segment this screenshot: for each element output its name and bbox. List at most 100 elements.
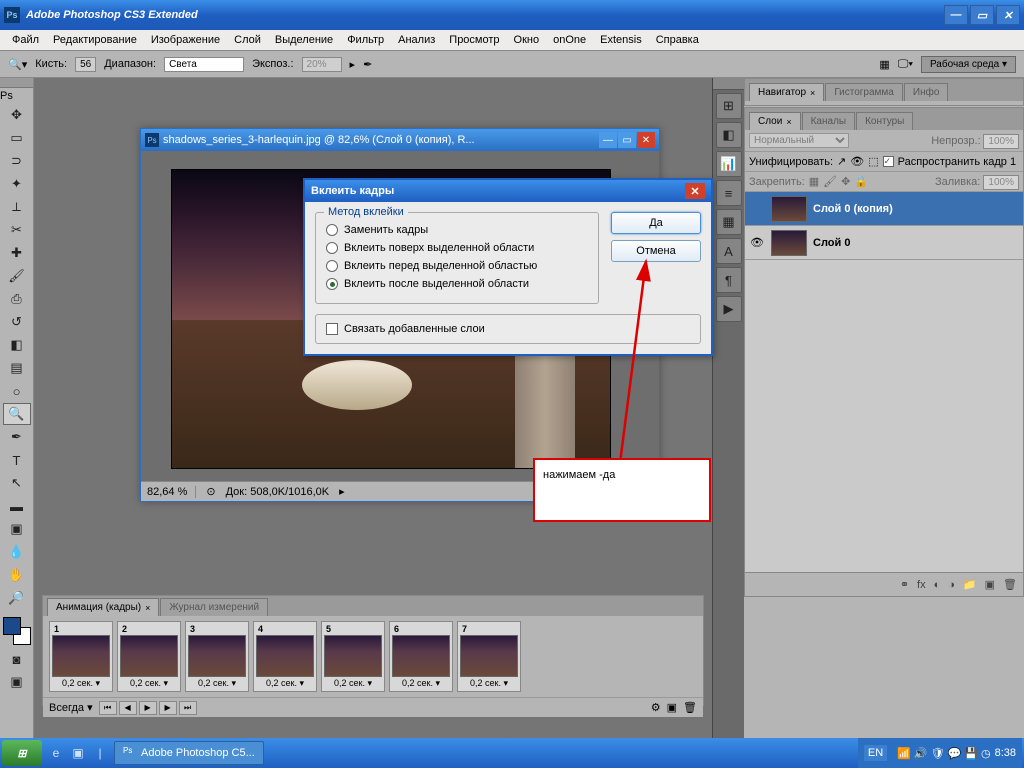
navigator-icon[interactable]: ⊞: [716, 93, 742, 119]
brush-tool[interactable]: 🖌: [3, 265, 31, 287]
propagate-checkbox[interactable]: [883, 156, 894, 167]
tab-Каналы[interactable]: Каналы: [802, 112, 856, 130]
frame-delay[interactable]: 0,2 сек. ▾: [52, 678, 110, 689]
swatches-icon[interactable]: ▦: [716, 209, 742, 235]
tray-msg-icon[interactable]: 💬: [948, 747, 962, 760]
zoom-tool[interactable]: 🔎: [3, 587, 31, 609]
strip-grip[interactable]: [713, 78, 744, 90]
blend-mode-select[interactable]: Нормальный: [749, 133, 849, 148]
start-button[interactable]: ⊞: [2, 740, 42, 766]
frame-delay[interactable]: 0,2 сек. ▾: [392, 678, 450, 689]
dialog-titlebar[interactable]: Вклеить кадры ✕: [305, 180, 711, 202]
group-icon[interactable]: 📁: [963, 578, 977, 591]
menu-анализ[interactable]: Анализ: [392, 32, 441, 48]
maximize-button[interactable]: ▭: [970, 5, 994, 25]
cancel-button[interactable]: Отмена: [611, 240, 701, 262]
prev-frame-icon[interactable]: ◀: [119, 701, 137, 715]
paragraph-icon[interactable]: ¶: [716, 267, 742, 293]
layer-row[interactable]: 👁Слой 0: [745, 226, 1023, 260]
tray-shield-icon[interactable]: 🛡: [931, 747, 945, 760]
unify-style-icon[interactable]: ⬚: [868, 155, 878, 168]
opacity-value[interactable]: 100%: [983, 134, 1019, 149]
eraser-tool[interactable]: ◧: [3, 334, 31, 356]
link-layers-checkbox-row[interactable]: Связать добавленные слои: [315, 314, 701, 344]
link-layers-icon[interactable]: ⚭: [900, 578, 909, 591]
tray-vol-icon[interactable]: 🔊: [914, 747, 928, 760]
taskbar-app-button[interactable]: Ps Adobe Photoshop C5...: [114, 741, 264, 765]
frame-delay[interactable]: 0,2 сек. ▾: [120, 678, 178, 689]
rewind-icon[interactable]: ⏮: [99, 701, 117, 715]
notes-tool[interactable]: ▣: [3, 518, 31, 540]
end-icon[interactable]: ⏭: [179, 701, 197, 715]
doc-close-icon[interactable]: ✕: [637, 132, 655, 148]
ql-desktop-icon[interactable]: ▣: [68, 742, 88, 764]
histogram-icon[interactable]: 📊: [716, 151, 742, 177]
wand-tool[interactable]: ✦: [3, 173, 31, 195]
doc-maximize-icon[interactable]: ▭: [618, 132, 636, 148]
frame-delay[interactable]: 0,2 сек. ▾: [256, 678, 314, 689]
menu-onone[interactable]: onOne: [547, 32, 592, 48]
move-tool[interactable]: ✥: [3, 104, 31, 126]
animation-frame[interactable]: 30,2 сек. ▾: [185, 621, 249, 692]
radio-icon[interactable]: [326, 242, 338, 254]
animation-frame[interactable]: 60,2 сек. ▾: [389, 621, 453, 692]
palette-icon[interactable]: ▦: [879, 58, 889, 71]
new-frame-icon[interactable]: ▣: [667, 701, 677, 714]
screen-mode-icon[interactable]: 🖵▾: [898, 58, 913, 71]
shape-tool[interactable]: ▬: [3, 495, 31, 517]
yes-button[interactable]: Да: [611, 212, 701, 234]
layers-icon[interactable]: ≡: [716, 180, 742, 206]
delete-frame-icon[interactable]: 🗑: [683, 701, 697, 714]
dodge-tool-icon[interactable]: 🔍▾: [8, 58, 27, 71]
menu-слой[interactable]: Слой: [228, 32, 267, 48]
unify-pos-icon[interactable]: ↗: [837, 155, 846, 168]
gradient-tool[interactable]: ▤: [3, 357, 31, 379]
actions-icon[interactable]: ▶: [716, 296, 742, 322]
brush-size[interactable]: 56: [75, 57, 96, 72]
minimize-button[interactable]: —: [944, 5, 968, 25]
crop-tool[interactable]: ⟂: [3, 196, 31, 218]
play-icon[interactable]: ▶: [139, 701, 157, 715]
exposure-value[interactable]: 20%: [302, 57, 342, 72]
lasso-tool[interactable]: ⊃: [3, 150, 31, 172]
heal-tool[interactable]: ✚: [3, 242, 31, 264]
clock[interactable]: 8:38: [995, 747, 1016, 759]
menu-справка[interactable]: Справка: [650, 32, 705, 48]
exposure-arrow-icon[interactable]: ▸: [350, 58, 356, 71]
radio-icon[interactable]: [326, 278, 338, 290]
path-tool[interactable]: ↖: [3, 472, 31, 494]
menu-изображение[interactable]: Изображение: [145, 32, 226, 48]
menu-редактирование[interactable]: Редактирование: [47, 32, 143, 48]
menu-окно[interactable]: Окно: [508, 32, 546, 48]
mask-icon[interactable]: ◐: [934, 579, 941, 591]
fill-value[interactable]: 100%: [983, 175, 1019, 190]
tab-Журнал измерений[interactable]: Журнал измерений: [160, 598, 268, 616]
character-icon[interactable]: A: [716, 238, 742, 264]
radio-icon[interactable]: [326, 260, 338, 272]
paste-option-2[interactable]: Вклеить перед выделенной областью: [326, 257, 588, 275]
animation-frame[interactable]: 50,2 сек. ▾: [321, 621, 385, 692]
menu-файл[interactable]: Файл: [6, 32, 45, 48]
tab-Слои[interactable]: Слои×: [749, 112, 801, 130]
tween-icon[interactable]: ⚙: [651, 701, 661, 714]
animation-frame[interactable]: 10,2 сек. ▾: [49, 621, 113, 692]
paste-option-1[interactable]: Вклеить поверх выделенной области: [326, 239, 588, 257]
slice-tool[interactable]: ✂: [3, 219, 31, 241]
hand-tool[interactable]: ✋: [3, 564, 31, 586]
dodge-tool[interactable]: 🔍: [3, 403, 31, 425]
quickmask-icon[interactable]: ◙: [3, 648, 31, 670]
layer-thumb[interactable]: [771, 230, 807, 256]
paste-option-0[interactable]: Заменить кадры: [326, 221, 588, 239]
workspace-menu[interactable]: Рабочая среда ▾: [921, 56, 1016, 73]
animation-frame[interactable]: 20,2 сек. ▾: [117, 621, 181, 692]
color-icon[interactable]: ◧: [716, 122, 742, 148]
dialog-close-icon[interactable]: ✕: [685, 183, 705, 199]
layer-row[interactable]: Слой 0 (копия): [745, 192, 1023, 226]
type-tool[interactable]: T: [3, 449, 31, 471]
loop-select[interactable]: Всегда ▾: [49, 701, 93, 714]
color-swatches[interactable]: [0, 615, 33, 647]
lock-all-icon[interactable]: 🔒: [854, 175, 868, 188]
adjust-icon[interactable]: ◑: [948, 579, 955, 591]
tab-Инфо[interactable]: Инфо: [904, 83, 949, 101]
menu-выделение[interactable]: Выделение: [269, 32, 339, 48]
